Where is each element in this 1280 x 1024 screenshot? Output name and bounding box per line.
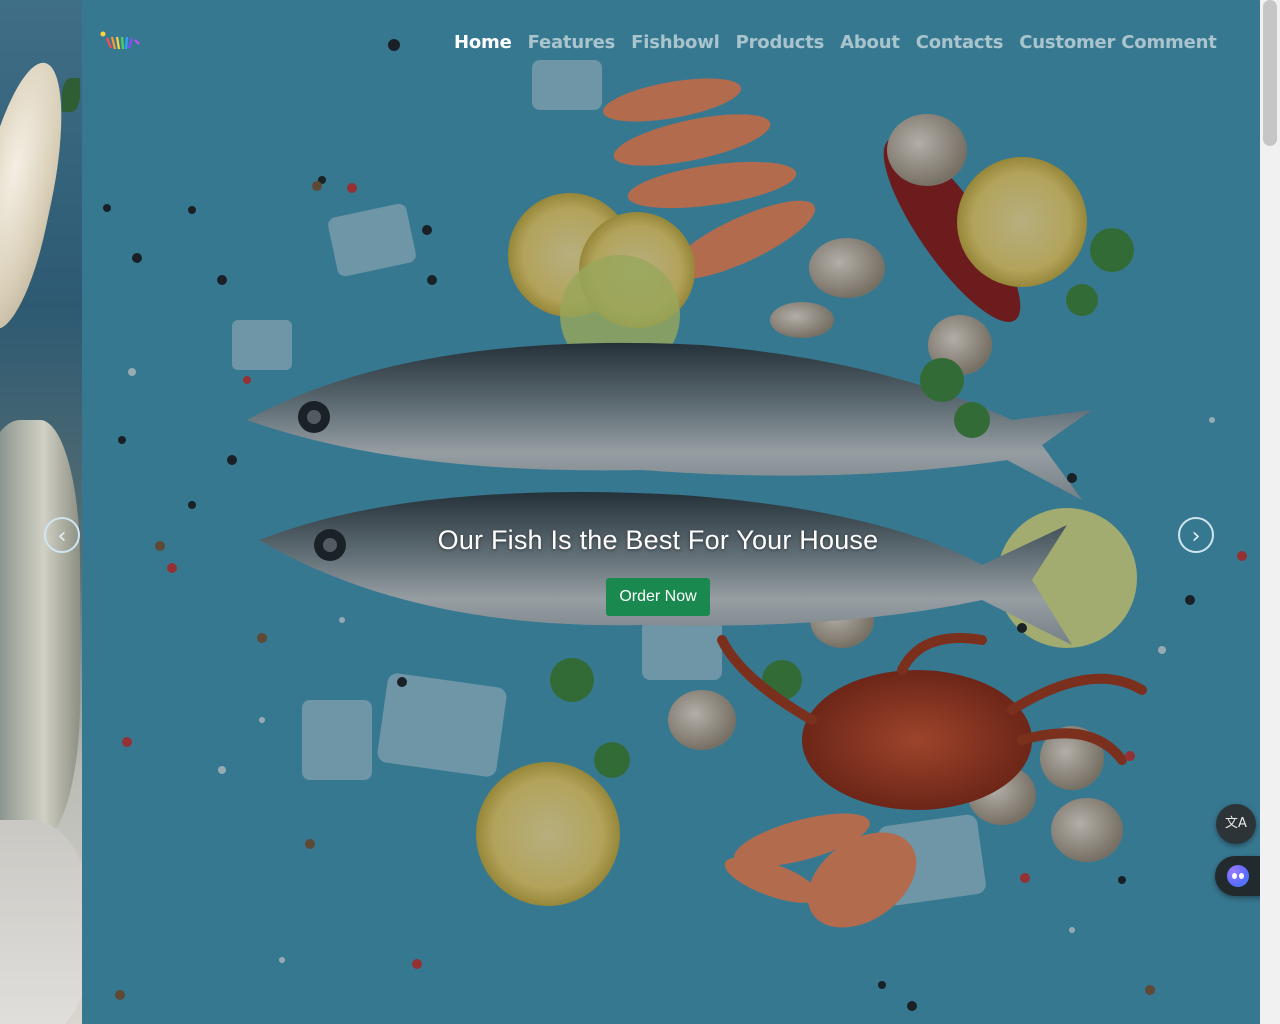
carousel-prev-button[interactable]: ‹ — [44, 517, 80, 553]
scrollbar-thumb[interactable] — [1263, 0, 1277, 146]
carousel-next-button[interactable]: › — [1178, 517, 1214, 553]
main-nav: Home Features Fishbowl Products About Co… — [454, 32, 1217, 53]
logo-icon[interactable] — [99, 30, 143, 52]
nav-item-contacts[interactable]: Contacts — [916, 32, 1004, 53]
nav-item-about[interactable]: About — [840, 32, 900, 53]
nav-item-fishbowl[interactable]: Fishbowl — [631, 32, 720, 53]
plate-image — [0, 820, 82, 1024]
seafood-background-image — [82, 0, 1260, 1024]
nav-item-features[interactable]: Features — [528, 32, 616, 53]
nav-item-customer-comment[interactable]: Customer Comment — [1019, 32, 1217, 53]
assistant-bot-icon — [1227, 865, 1249, 887]
translate-button[interactable]: 文A — [1216, 804, 1256, 844]
nav-item-products[interactable]: Products — [736, 32, 825, 53]
fish-image — [0, 420, 80, 840]
nav-item-home[interactable]: Home — [454, 32, 512, 53]
chevron-right-icon: › — [1191, 524, 1201, 549]
page: Home Features Fishbowl Products About Co… — [0, 0, 1280, 1024]
translate-icon: 文A — [1225, 816, 1247, 831]
chevron-left-icon: ‹ — [57, 524, 67, 549]
hero-title: Our Fish Is the Best For Your House — [437, 525, 879, 555]
page-scrollbar[interactable] — [1260, 0, 1280, 1024]
order-now-button[interactable]: Order Now — [606, 578, 710, 616]
previous-slide-preview — [0, 0, 82, 1024]
herb-leaf-image — [62, 78, 80, 112]
hero-slide — [82, 0, 1260, 1024]
